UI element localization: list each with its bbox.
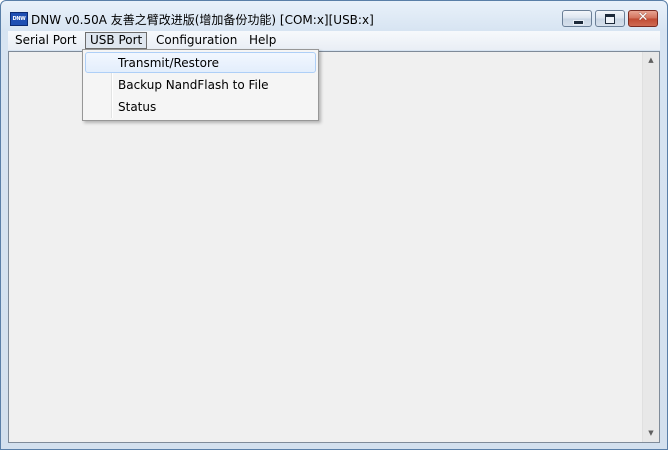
menu-item-backup-nandflash[interactable]: Backup NandFlash to File	[85, 74, 316, 95]
menu-configuration[interactable]: Configuration	[151, 32, 242, 49]
vertical-scrollbar[interactable]: ▲ ▼	[642, 52, 659, 442]
title-bar[interactable]: DNW DNW v0.50A 友善之臂改进版(增加备份功能) [COM:x][U…	[1, 1, 667, 31]
maximize-button[interactable]	[595, 10, 625, 27]
menu-bar: Serial Port USB Port Configuration Help	[8, 31, 660, 50]
menu-item-status[interactable]: Status	[85, 96, 316, 117]
close-icon: ✕	[637, 10, 649, 25]
minimize-icon	[573, 20, 584, 25]
close-button[interactable]: ✕	[628, 10, 658, 27]
menu-help[interactable]: Help	[244, 32, 281, 49]
menu-serial-port[interactable]: Serial Port	[10, 32, 82, 49]
menu-usb-port[interactable]: USB Port	[85, 32, 148, 49]
window-title: DNW v0.50A 友善之臂改进版(增加备份功能) [COM:x][USB:x…	[31, 13, 374, 27]
maximize-icon	[605, 14, 615, 24]
scroll-down-icon[interactable]: ▼	[643, 425, 659, 442]
scroll-up-icon[interactable]: ▲	[643, 52, 659, 69]
app-icon[interactable]: DNW	[10, 12, 28, 26]
minimize-button[interactable]	[562, 10, 592, 27]
menu-item-transmit-restore[interactable]: Transmit/Restore	[85, 52, 316, 73]
usb-port-menu: Transmit/Restore Backup NandFlash to Fil…	[82, 49, 319, 121]
